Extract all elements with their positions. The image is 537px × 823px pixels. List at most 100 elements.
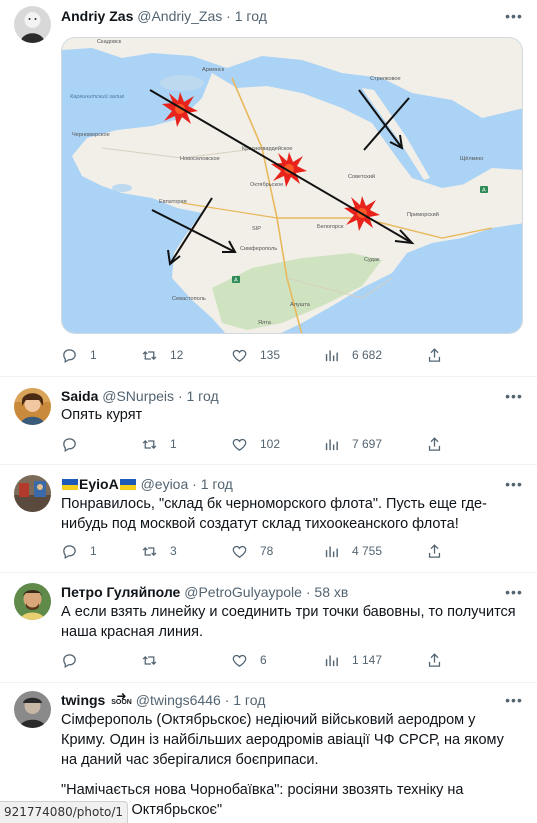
status-url-bar: 921774080/photo/1	[0, 801, 129, 823]
more-options-icon[interactable]: •••	[505, 387, 523, 405]
share-button[interactable]	[426, 434, 443, 454]
heart-icon	[232, 654, 247, 667]
tweet-saida[interactable]: Saida @SNurpeis · 1 год ••• Опять курят …	[0, 377, 537, 465]
view-count: 6 682	[352, 348, 383, 362]
map-label-schelkino: Щёлкино	[460, 156, 483, 162]
reply-button[interactable]	[61, 434, 90, 454]
views-icon	[325, 655, 338, 666]
separator: ·	[305, 584, 311, 600]
views-button[interactable]: 6 682	[323, 345, 382, 365]
tweet-header: EyioA @eyioa · 1 год	[61, 475, 497, 493]
timestamp[interactable]: 1 год	[187, 388, 219, 404]
retweet-button[interactable]: 12	[141, 345, 183, 365]
views-button[interactable]: 1 147	[323, 650, 382, 670]
retweet-button[interactable]	[141, 650, 170, 670]
map-label-simferopol: Симферополь	[240, 246, 277, 252]
heart-icon	[232, 438, 247, 451]
views-button[interactable]: 4 755	[323, 541, 382, 561]
map-label-sudak: Судак	[364, 257, 380, 263]
view-count: 4 755	[352, 544, 383, 558]
views-button[interactable]: 7 697	[323, 434, 382, 454]
map-label-karkinit: Каркинитский залив	[70, 93, 124, 100]
tweet-header: Andriy Zas @Andriy_Zas · 1 год	[61, 7, 497, 25]
avatar[interactable]	[14, 583, 51, 620]
author-handle[interactable]: @twings6446	[136, 692, 221, 708]
retweet-icon	[142, 350, 157, 360]
road-badge: A	[234, 278, 238, 284]
author-name[interactable]: twings	[61, 692, 105, 708]
avatar[interactable]	[14, 475, 51, 512]
tweet-text: Сімферополь (Октябрьскоє) недіючий війсь…	[61, 712, 504, 768]
map-label-primorskiy: Приморский	[407, 211, 439, 218]
avatar[interactable]	[14, 691, 51, 728]
retweet-icon	[142, 546, 157, 556]
avatar[interactable]	[14, 6, 51, 43]
views-icon	[325, 439, 338, 450]
like-button[interactable]: 135	[231, 345, 280, 365]
share-button[interactable]	[426, 541, 443, 561]
avatar[interactable]	[14, 388, 51, 425]
tweet-text: А если взять линейку и соединить три точ…	[61, 604, 516, 640]
tweet-actions: 1 3 78 4 755	[61, 541, 461, 561]
map-label-sevastopol: Севастополь	[172, 296, 206, 302]
tweet-header: twings ➜ SOON @twings6446 · 1 год	[61, 689, 497, 709]
separator: ·	[226, 8, 231, 24]
reply-button[interactable]	[61, 650, 90, 670]
author-handle[interactable]: @PetroGulyaypole	[184, 584, 302, 600]
views-icon	[325, 350, 338, 361]
share-button[interactable]	[426, 345, 443, 365]
soon-badge: ➜ SOON	[111, 689, 132, 706]
separator: ·	[177, 388, 183, 404]
tweet-text-quote: "Намічається нова Чорнобаївка": росіяни …	[61, 782, 464, 818]
more-options-icon[interactable]: •••	[505, 691, 523, 709]
share-button[interactable]	[426, 650, 443, 670]
more-options-icon[interactable]: •••	[505, 7, 523, 25]
retweet-count: 1	[170, 437, 177, 451]
like-count: 135	[260, 348, 281, 362]
share-icon	[428, 436, 441, 451]
like-button[interactable]: 102	[231, 434, 280, 454]
tweet-image-map[interactable]: Скадовск Армянск Стрелковое Каркинитский…	[61, 37, 523, 334]
reply-count: 1	[90, 544, 97, 558]
like-count: 6	[260, 653, 267, 667]
author-name[interactable]: EyioA	[79, 476, 119, 492]
retweet-icon	[142, 439, 157, 449]
reply-button[interactable]: 1	[61, 541, 97, 561]
reply-button[interactable]: 1	[61, 345, 97, 365]
map-label-sip: SIP	[252, 226, 261, 232]
timestamp[interactable]: 1 год	[201, 476, 233, 492]
more-options-icon[interactable]: •••	[505, 583, 523, 601]
like-count: 102	[260, 437, 281, 451]
tweet-actions: 1 102 7 697	[61, 434, 461, 454]
tweet-actions: 1 12 135 6 682	[61, 345, 461, 365]
tweet-eyioa[interactable]: EyioA @eyioa · 1 год ••• Понравилось, "с…	[0, 465, 537, 573]
tweet-text: Понравилось, "склад бк черноморского фло…	[61, 496, 487, 532]
author-name[interactable]: Saida	[61, 388, 98, 404]
retweet-button[interactable]: 1	[141, 434, 177, 454]
retweet-button[interactable]: 3	[141, 541, 177, 561]
author-name[interactable]: Петро Гуляйполе	[61, 584, 180, 600]
tweet-petro[interactable]: Петро Гуляйполе @PetroGulyaypole · 58 хв…	[0, 573, 537, 683]
share-icon	[428, 347, 441, 362]
timestamp[interactable]: 58 хв	[314, 584, 348, 600]
like-count: 78	[260, 544, 274, 558]
tweet-text: Опять курят	[61, 407, 143, 423]
author-handle[interactable]: @SNurpeis	[102, 388, 174, 404]
share-icon	[428, 543, 441, 558]
author-handle[interactable]: @Andriy_Zas	[137, 8, 222, 24]
tweet-andriy-zas[interactable]: Andriy Zas @Andriy_Zas · 1 год ••• Скадо…	[0, 0, 537, 377]
tweet-header: Петро Гуляйполе @PetroGulyaypole · 58 хв	[61, 583, 497, 601]
separator: ·	[192, 476, 197, 492]
view-count: 7 697	[352, 437, 383, 451]
author-handle[interactable]: @eyioa	[141, 476, 189, 492]
more-options-icon[interactable]: •••	[505, 475, 523, 493]
like-button[interactable]: 78	[231, 541, 273, 561]
like-button[interactable]: 6	[231, 650, 267, 670]
timestamp[interactable]: 1 год	[233, 692, 265, 708]
map-label-chernomorskoe: Черноморское	[72, 132, 110, 138]
map-label-yalta: Ялта	[258, 320, 272, 326]
share-icon	[428, 652, 441, 667]
view-count: 1 147	[352, 653, 383, 667]
timestamp[interactable]: 1 год	[235, 8, 267, 24]
author-name[interactable]: Andriy Zas	[61, 8, 133, 24]
